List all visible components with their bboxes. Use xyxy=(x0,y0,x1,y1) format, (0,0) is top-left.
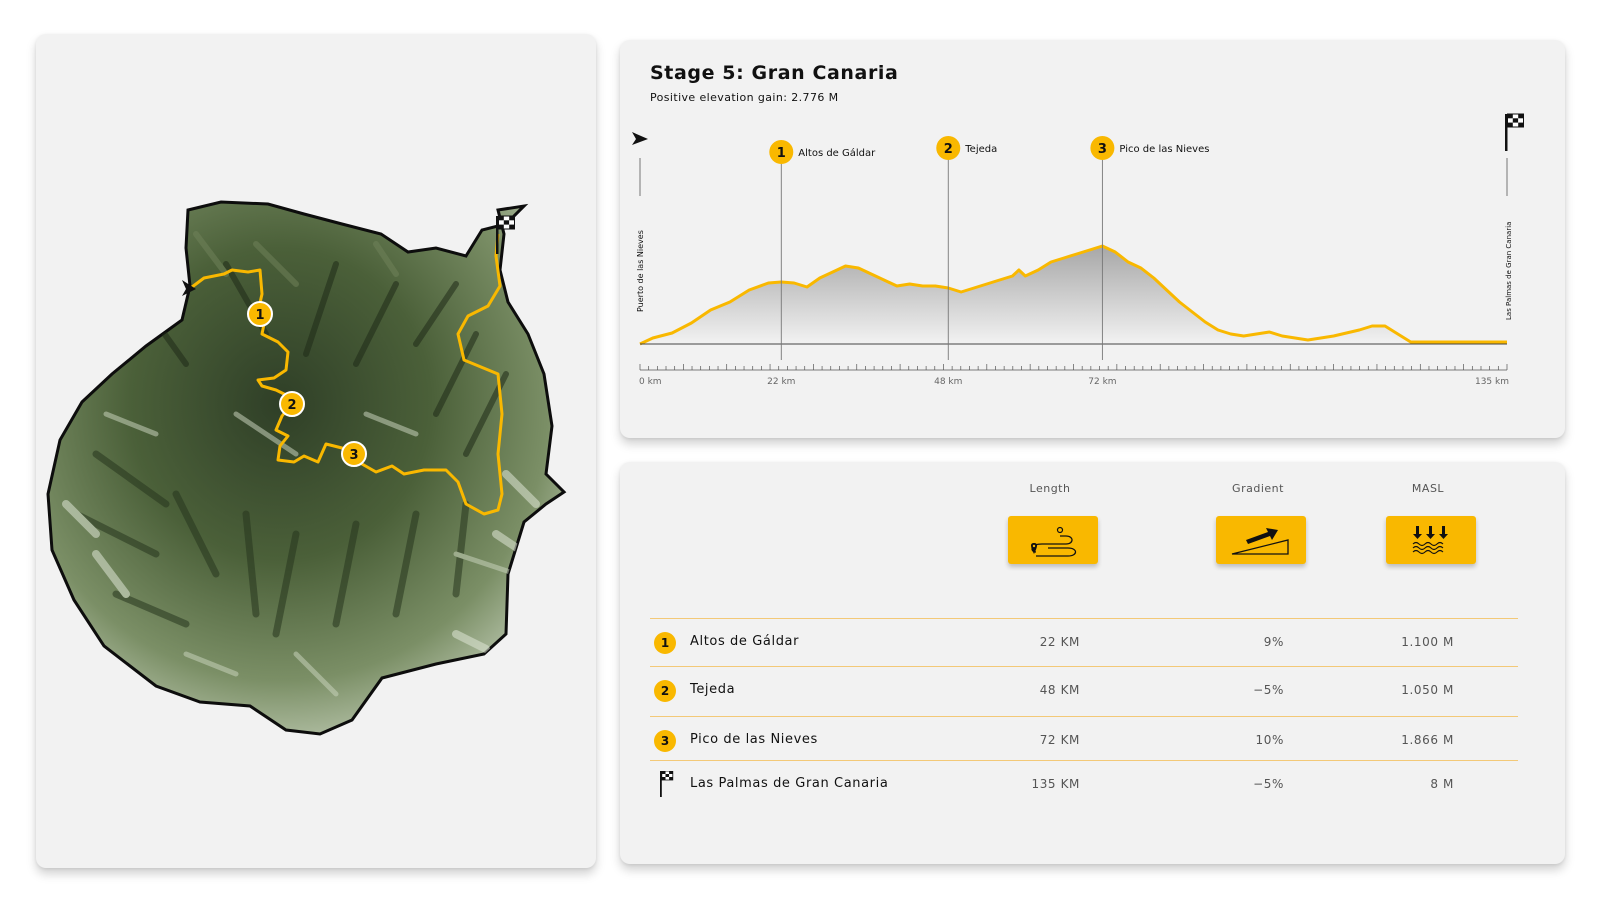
row-name: Altos de Gáldar xyxy=(690,634,800,649)
svg-text:3: 3 xyxy=(349,448,358,463)
row-name: Tejeda xyxy=(690,682,736,697)
km-tick-label: 22 km xyxy=(767,377,795,387)
end-label: Las Palmas de Gran Canaria xyxy=(1505,222,1513,320)
row-masl: 1.866 M xyxy=(1401,733,1454,747)
row-length: 72 KM xyxy=(1039,733,1080,747)
elevation-area xyxy=(640,246,1507,344)
row-masl: 8 M xyxy=(1430,777,1454,791)
row-gradient: 9% xyxy=(1263,635,1284,649)
elevation-profile-chart: Puerto de las Nieves Las Palmas de Gran … xyxy=(632,113,1524,387)
km-tick-label: 135 km xyxy=(1475,377,1509,387)
slope-arrow-icon[interactable] xyxy=(1216,516,1306,564)
sea-level-icon[interactable] xyxy=(1386,516,1476,564)
start-label: Puerto de las Nieves xyxy=(636,230,645,312)
row-gradient: −5% xyxy=(1253,683,1284,697)
waypoint-number: 2 xyxy=(944,142,953,157)
waypoint-number: 3 xyxy=(1098,142,1107,157)
table-row-4[interactable]: Las Palmas de Gran Canaria 135 KM −5% 8 … xyxy=(650,760,1518,809)
row-name: Las Palmas de Gran Canaria xyxy=(690,776,889,791)
km-ticks xyxy=(639,364,1508,370)
row-length: 135 KM xyxy=(1031,777,1080,791)
finish-flag-icon xyxy=(660,771,674,797)
island-map[interactable]: 1 2 3 xyxy=(36,34,596,868)
svg-text:2: 2 xyxy=(287,398,296,413)
elevation-profile-card: Stage 5: Gran Canaria Positive elevation… xyxy=(620,40,1565,438)
km-tick-label: 72 km xyxy=(1088,377,1116,387)
row-masl: 1.100 M xyxy=(1401,635,1454,649)
col-head-length: Length xyxy=(1029,482,1071,495)
col-head-gradient: Gradient xyxy=(1232,482,1284,495)
km-tick-label: 48 km xyxy=(934,377,962,387)
map-marker-3[interactable]: 3 xyxy=(341,441,367,467)
svg-text:1: 1 xyxy=(255,308,264,323)
table-row-2[interactable]: 2 Tejeda 48 KM −5% 1.050 M xyxy=(650,666,1518,715)
route-pin-icon[interactable] xyxy=(1008,516,1098,564)
row-badge-1: 1 xyxy=(654,632,676,654)
map-marker-2[interactable]: 2 xyxy=(279,391,305,417)
map-marker-1[interactable]: 1 xyxy=(247,301,273,327)
finish-flag-icon xyxy=(1505,113,1524,151)
waypoint-label: Altos de Gáldar xyxy=(798,147,876,159)
row-gradient: 10% xyxy=(1255,733,1284,747)
row-badge-3: 3 xyxy=(654,730,676,752)
table-row-1[interactable]: 1 Altos de Gáldar 22 KM 9% 1.100 M xyxy=(650,618,1518,667)
waypoint-label: Tejeda xyxy=(964,144,997,155)
row-masl: 1.050 M xyxy=(1401,683,1454,697)
row-name: Pico de las Nieves xyxy=(690,732,818,747)
table-row-3[interactable]: 3 Pico de las Nieves 72 KM 10% 1.866 M xyxy=(650,716,1518,765)
row-badge-2: 2 xyxy=(654,680,676,702)
km-tick-labels: 0 km 22 km 48 km 72 km 135 km xyxy=(639,377,1509,387)
start-arrow-icon xyxy=(632,132,648,145)
stage-table-card: Length Gradient MASL 1 Altos de Gáldar 2… xyxy=(620,462,1565,864)
col-head-masl: MASL xyxy=(1411,482,1445,495)
waypoint-label: Pico de las Nieves xyxy=(1119,144,1209,155)
row-gradient: −5% xyxy=(1253,777,1284,791)
row-length: 48 KM xyxy=(1039,683,1080,697)
waypoint-number: 1 xyxy=(777,146,786,161)
map-card: 1 2 3 xyxy=(36,34,596,868)
row-length: 22 KM xyxy=(1039,635,1080,649)
km-tick-label: 0 km xyxy=(639,377,662,387)
